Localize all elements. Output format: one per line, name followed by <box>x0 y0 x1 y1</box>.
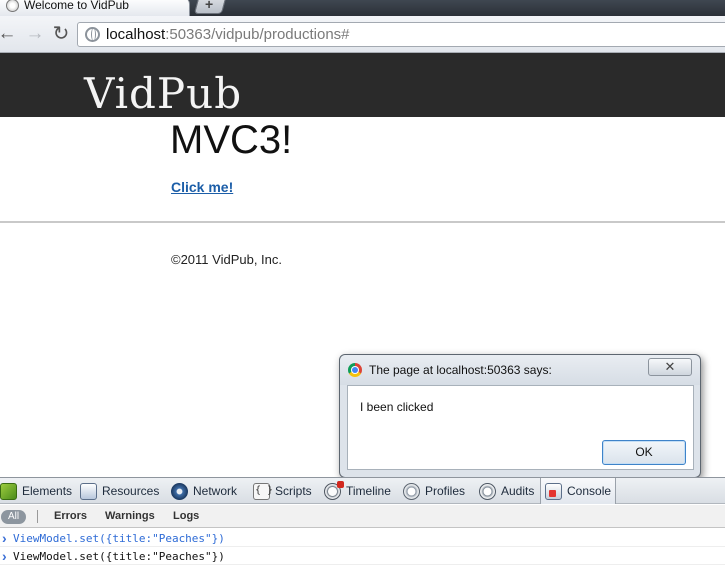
site-logo: VidPub <box>84 69 243 118</box>
tab-label: Audits <box>501 484 535 498</box>
click-me-link[interactable]: Click me! <box>171 179 233 195</box>
page-headline: MVC3! <box>170 118 293 162</box>
console-line: › ViewModel.set({title:"Peaches"}) <box>0 530 725 547</box>
filter-warnings[interactable]: Warnings <box>105 510 155 522</box>
divider <box>0 221 725 223</box>
console-icon <box>545 482 562 500</box>
url-text: localhost:50363/vidpub/productions# <box>106 26 350 43</box>
console-output[interactable]: › ViewModel.set({title:"Peaches"}) › Vie… <box>0 529 725 584</box>
url-path: :50363/vidpub/productions# <box>165 26 350 43</box>
reload-icon[interactable]: ↻ <box>50 23 72 45</box>
console-command: ViewModel.set({title:"Peaches"}) <box>13 550 225 563</box>
tab-title: Welcome to VidPub <box>24 0 129 12</box>
tab-timeline[interactable]: Timeline <box>324 478 391 504</box>
tab-label: Console <box>567 484 612 498</box>
tab-strip: Welcome to VidPub + <box>0 0 725 16</box>
resources-icon <box>80 482 97 500</box>
tab-resources[interactable]: Resources <box>80 478 159 504</box>
tab-label: Resources <box>102 484 160 498</box>
dialog-close-button[interactable]: ✕ <box>648 358 692 376</box>
tab-console[interactable]: Console <box>540 478 617 504</box>
tab-label: Scripts <box>275 484 312 498</box>
site-header: VidPub <box>0 53 725 118</box>
filter-all[interactable]: All <box>1 510 26 524</box>
globe-icon <box>85 27 100 42</box>
address-bar[interactable]: localhost:50363/vidpub/productions# <box>77 22 725 47</box>
tab-scripts[interactable]: Scripts <box>253 478 312 504</box>
console-line: › ViewModel.set({title:"Peaches"}) <box>0 548 725 565</box>
tab-label: Timeline <box>346 484 391 498</box>
url-host: localhost <box>106 26 166 43</box>
filter-errors[interactable]: Errors <box>54 510 87 522</box>
audits-icon <box>479 482 496 500</box>
tab-label: Network <box>193 484 238 498</box>
profiles-icon <box>403 482 420 500</box>
ok-button[interactable]: OK <box>602 440 686 465</box>
tab-profiles[interactable]: Profiles <box>403 478 465 504</box>
scripts-icon <box>253 482 273 500</box>
elements-icon <box>0 482 17 500</box>
browser-toolbar: ← → ↻ localhost:50363/vidpub/productions… <box>0 16 725 53</box>
browser-tab[interactable]: Welcome to VidPub <box>0 0 190 16</box>
console-command: ViewModel.set({title:"Peaches"}) <box>13 532 225 545</box>
prompt-chevron-icon: › <box>2 530 7 546</box>
dialog-titlebar: The page at localhost:50363 says: ✕ <box>340 355 700 385</box>
filter-logs[interactable]: Logs <box>173 510 199 522</box>
chrome-icon <box>348 363 362 377</box>
alert-dialog: The page at localhost:50363 says: ✕ I be… <box>339 354 701 478</box>
filter-separator <box>37 510 38 523</box>
tab-audits[interactable]: Audits <box>479 478 534 504</box>
dialog-message: I been clicked <box>360 400 434 414</box>
tab-label: Profiles <box>425 484 466 498</box>
close-icon: ✕ <box>664 359 676 374</box>
plus-icon: + <box>205 0 214 12</box>
devtools-toolbar: Elements Resources Network Scripts Timel… <box>0 477 725 504</box>
dialog-title: The page at localhost:50363 says: <box>369 363 552 377</box>
prompt-chevron-icon: › <box>2 548 7 564</box>
tab-label: Elements <box>22 484 73 498</box>
dialog-body: I been clicked OK <box>347 385 694 470</box>
console-filter-bar: All Errors Warnings Logs <box>0 505 725 528</box>
back-arrow-icon[interactable]: ← <box>0 23 18 45</box>
forward-arrow-icon[interactable]: → <box>24 23 46 45</box>
tab-elements[interactable]: Elements <box>0 478 72 504</box>
timeline-icon <box>324 480 344 500</box>
page-favicon-icon <box>6 0 19 12</box>
footer-copyright: ©2011 VidPub, Inc. <box>171 252 283 267</box>
network-icon <box>171 482 188 500</box>
tab-network[interactable]: Network <box>171 478 237 504</box>
